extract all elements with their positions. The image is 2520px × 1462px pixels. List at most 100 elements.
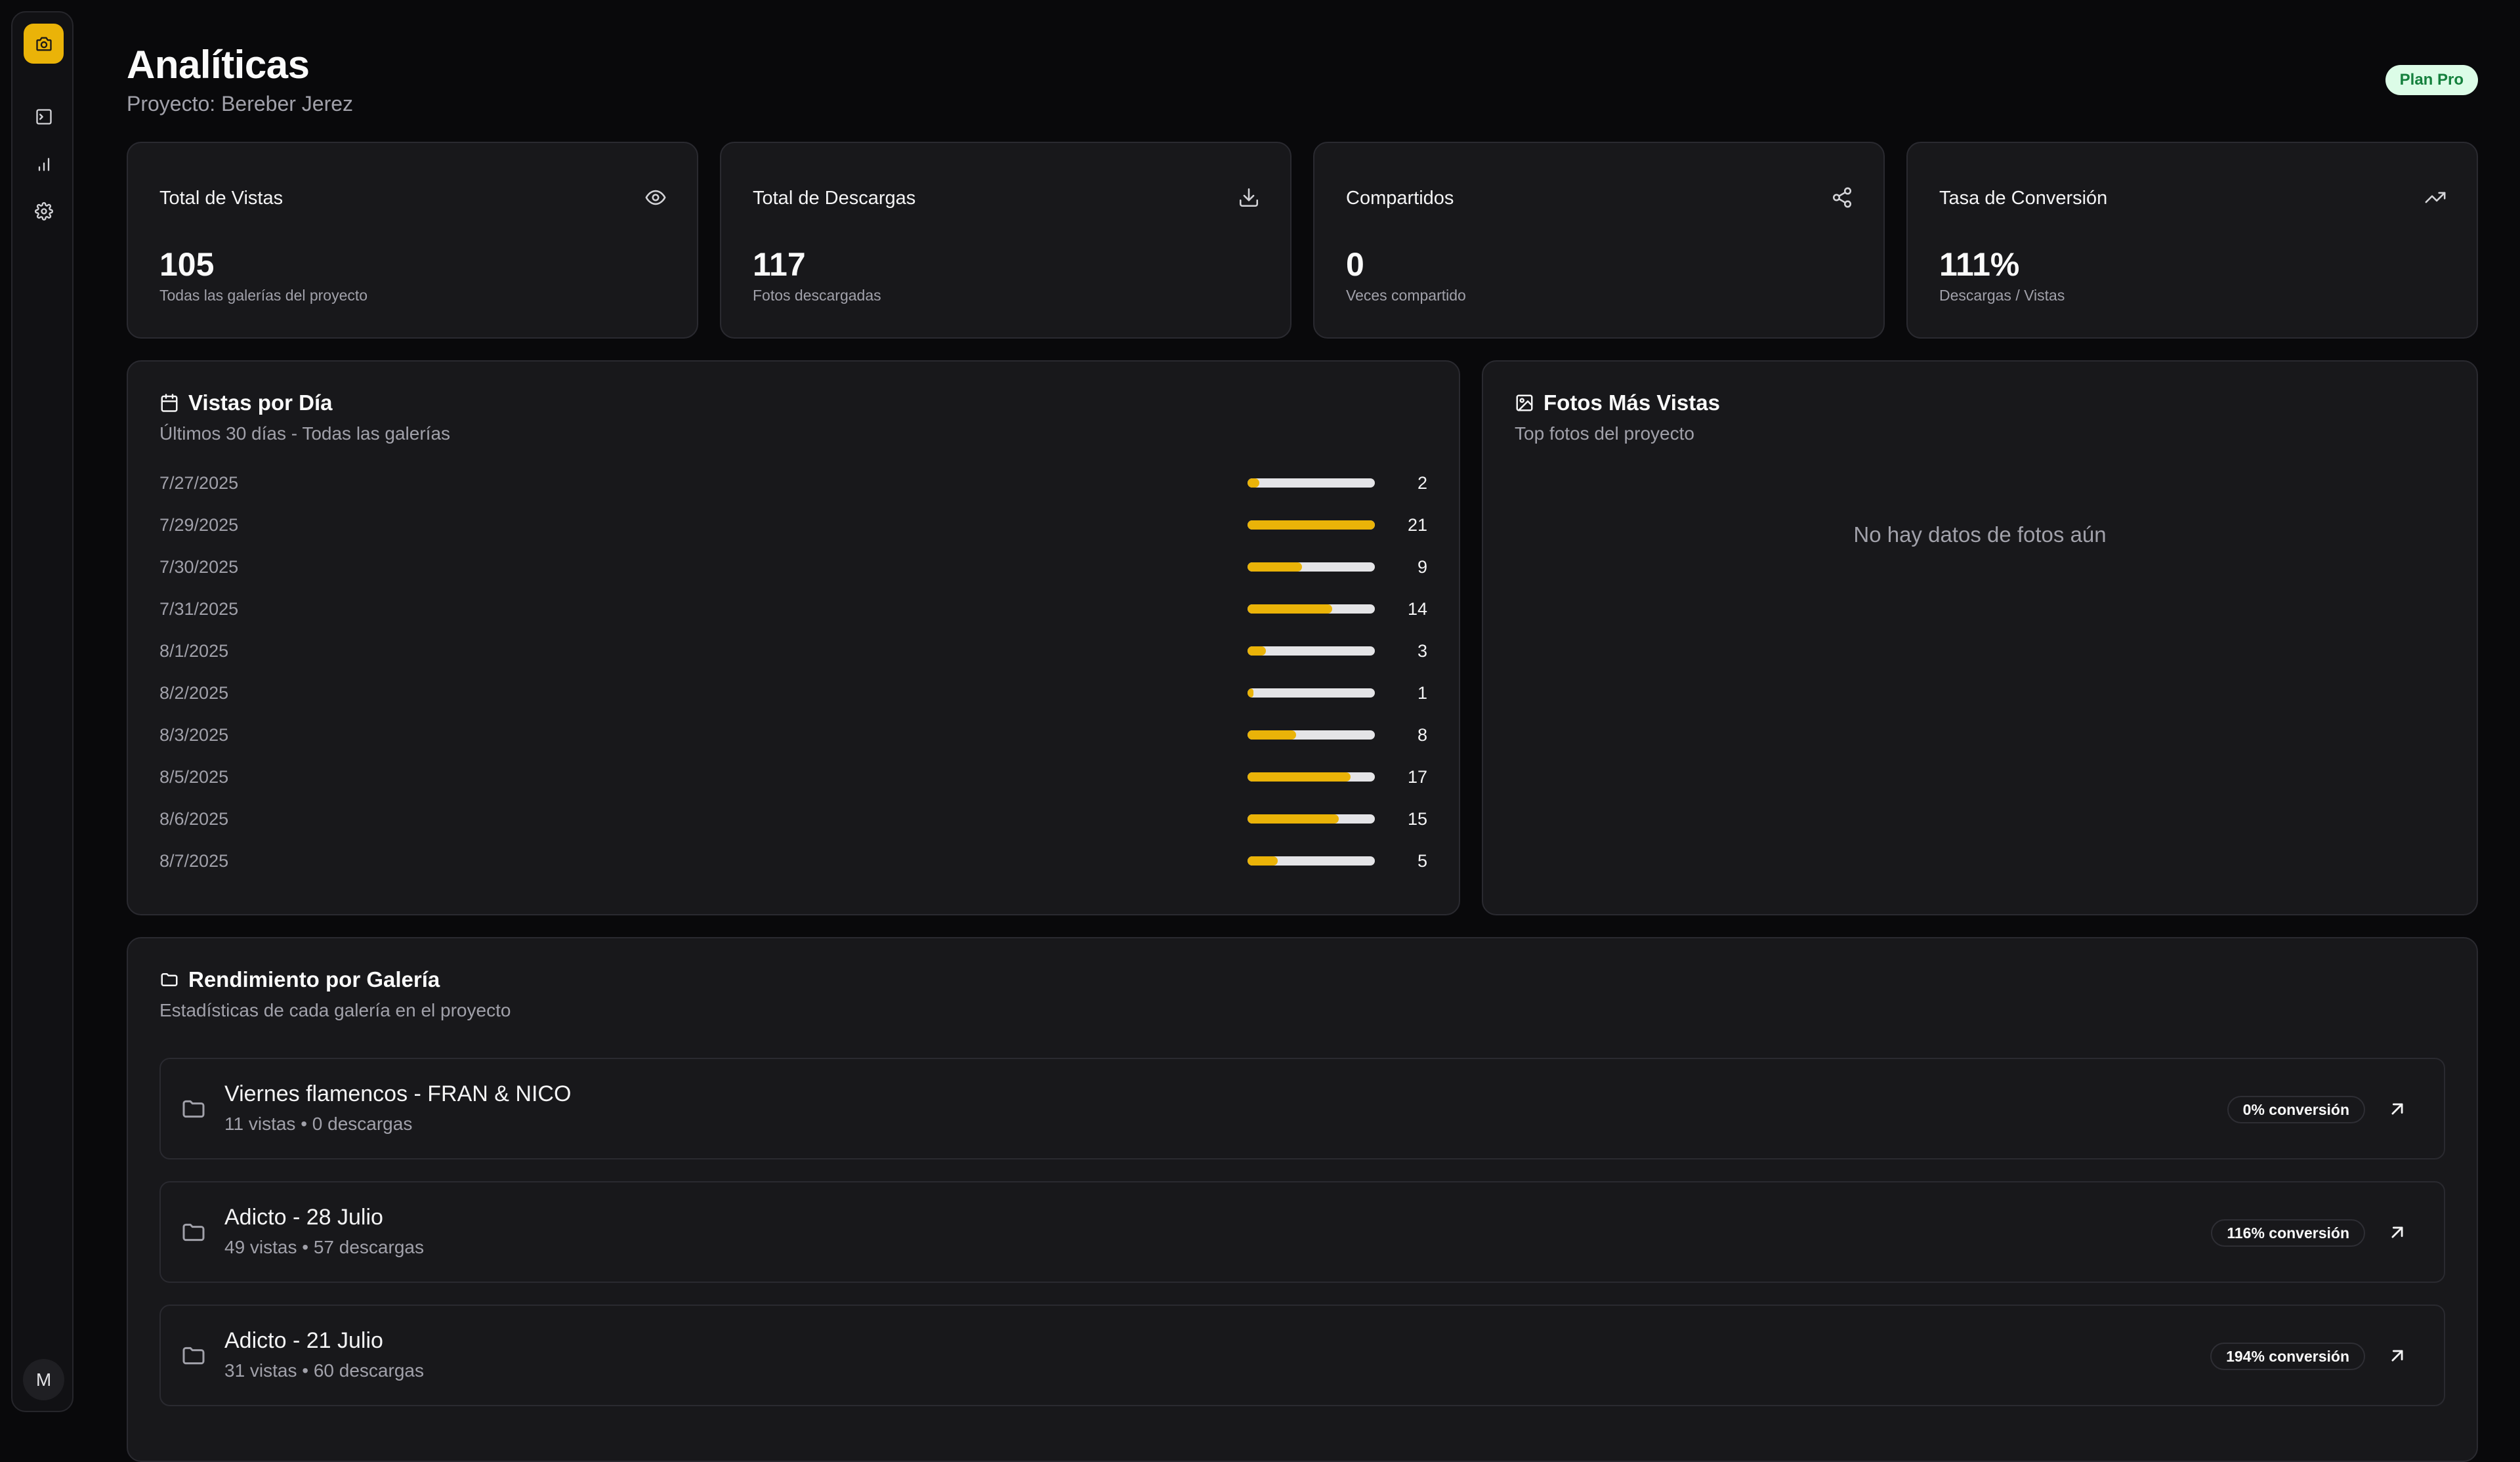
calendar-icon (161, 394, 178, 412)
sidebar-item-galleries[interactable] (29, 102, 58, 131)
arrow-up-right-icon[interactable] (2386, 1221, 2408, 1243)
day-date-label: 8/2/2025 (159, 682, 229, 703)
views-day-row: 7/29/2025 21 (159, 512, 1427, 538)
camera-icon (35, 37, 52, 51)
stat-description: Descargas / Vistas (1939, 287, 2065, 304)
day-count-label: 21 (1407, 514, 1427, 535)
day-bar-track (1248, 478, 1375, 488)
section-subtitle: Top fotos del proyecto (1515, 423, 1694, 444)
views-per-day-card: Vistas por Día Últimos 30 días - Todas l… (127, 360, 1460, 915)
views-day-row: 8/1/2025 3 (159, 638, 1427, 664)
day-bar-fill (1248, 814, 1339, 824)
empty-state-message: No hay datos de fotos aún (1853, 522, 2107, 547)
day-count-label: 5 (1417, 850, 1427, 871)
section-title-text: Fotos Más Vistas (1544, 390, 1720, 415)
stat-value: 0 (1346, 246, 1364, 283)
bar-chart-icon (38, 157, 49, 171)
gallery-row[interactable]: Viernes flamencos - FRAN & NICO 11 vista… (159, 1058, 2445, 1159)
gallery-row[interactable]: Adicto - 21 Julio 31 vistas • 60 descarg… (159, 1305, 2445, 1406)
conversion-badge: 194% conversión (2210, 1343, 2365, 1370)
day-count-label: 2 (1417, 472, 1427, 493)
section-subtitle: Estadísticas de cada galería en el proye… (159, 1000, 511, 1020)
stat-card-conversion: Tasa de Conversión 111% Descargas / Vist… (1906, 142, 2478, 339)
views-day-row: 8/5/2025 17 (159, 764, 1427, 790)
folder-icon (161, 973, 178, 986)
section-title: Fotos Más Vistas (1515, 390, 1720, 415)
day-bar-track (1248, 688, 1375, 698)
top-photos-card: Fotos Más Vistas Top fotos del proyecto … (1482, 360, 2478, 915)
avatar[interactable]: M (23, 1359, 64, 1400)
camera-logo-button[interactable] (24, 24, 64, 64)
day-count-label: 15 (1407, 808, 1427, 829)
day-bar-fill (1248, 772, 1351, 782)
day-bar-track (1248, 520, 1375, 530)
day-count-label: 9 (1417, 556, 1427, 577)
stat-value: 117 (753, 246, 806, 283)
section-title-text: Rendimiento por Galería (188, 967, 440, 992)
day-count-label: 1 (1417, 682, 1427, 703)
arrow-up-right-icon[interactable] (2386, 1098, 2408, 1120)
day-bar-fill (1248, 688, 1254, 698)
views-day-row: 7/27/2025 2 (159, 470, 1427, 496)
day-count-label: 14 (1407, 598, 1427, 619)
gallery-performance-card: Rendimiento por Galería Estadísticas de … (127, 937, 2478, 1462)
views-day-row: 8/3/2025 8 (159, 722, 1427, 748)
day-date-label: 8/5/2025 (159, 766, 229, 787)
arrow-up-right-icon[interactable] (2386, 1345, 2408, 1367)
eye-icon (645, 190, 666, 205)
day-date-label: 8/6/2025 (159, 808, 229, 829)
folder-icon (182, 1347, 205, 1365)
day-date-label: 8/3/2025 (159, 724, 229, 745)
day-bar-track (1248, 730, 1375, 740)
stat-description: Todas las galerías del proyecto (159, 287, 368, 304)
gallery-stats: 11 vistas • 0 descargas (224, 1114, 413, 1134)
page-subtitle: Proyecto: Bereber Jerez (127, 92, 354, 115)
folder-icon (182, 1223, 205, 1242)
gallery-name: Adicto - 21 Julio (224, 1328, 383, 1353)
day-bar-track (1248, 604, 1375, 614)
day-bar-fill (1248, 478, 1260, 488)
stat-title: Tasa de Conversión (1939, 188, 2108, 209)
stat-description: Veces compartido (1346, 287, 1466, 304)
day-date-label: 7/29/2025 (159, 514, 239, 535)
day-bar-fill (1248, 856, 1278, 866)
day-count-label: 3 (1417, 640, 1427, 661)
gallery-row[interactable]: Adicto - 28 Julio 49 vistas • 57 descarg… (159, 1181, 2445, 1283)
views-day-row: 8/2/2025 1 (159, 680, 1427, 706)
day-bar-fill (1248, 520, 1375, 530)
day-date-label: 8/1/2025 (159, 640, 229, 661)
stat-title: Compartidos (1346, 188, 1454, 209)
stat-title: Total de Descargas (753, 188, 916, 209)
views-day-row: 7/31/2025 14 (159, 596, 1427, 622)
section-title: Rendimiento por Galería (159, 967, 440, 992)
conversion-badge: 0% conversión (2227, 1096, 2365, 1123)
avatar-initial: M (35, 1369, 52, 1390)
page-title: Analíticas (127, 43, 310, 87)
day-bar-track (1248, 562, 1375, 572)
day-bar-track (1248, 772, 1375, 782)
gallery-icon (35, 108, 52, 125)
section-subtitle: Últimos 30 días - Todas las galerías (159, 423, 451, 444)
day-date-label: 7/30/2025 (159, 556, 239, 577)
gallery-name: Adicto - 28 Julio (224, 1205, 383, 1230)
trending-up-icon (2425, 192, 2446, 203)
day-bar-fill (1248, 646, 1266, 656)
day-count-label: 17 (1407, 766, 1427, 787)
conversion-badge: 116% conversión (2211, 1219, 2365, 1247)
gallery-name: Viernes flamencos - FRAN & NICO (224, 1081, 572, 1106)
plan-badge: Plan Pro (2385, 65, 2478, 95)
stat-description: Fotos descargadas (753, 287, 881, 304)
stat-title: Total de Vistas (159, 188, 284, 209)
share-icon (1832, 187, 1852, 208)
day-bar-track (1248, 814, 1375, 824)
day-bar-track (1248, 856, 1375, 866)
sidebar-item-analytics[interactable] (29, 149, 58, 178)
stat-value: 105 (159, 246, 215, 283)
gallery-stats: 49 vistas • 57 descargas (224, 1237, 424, 1257)
sidebar-item-settings[interactable] (29, 196, 58, 226)
section-title: Vistas por Día (159, 390, 332, 415)
views-day-row: 8/6/2025 15 (159, 806, 1427, 832)
day-bar-track (1248, 646, 1375, 656)
download-icon (1239, 188, 1259, 207)
day-date-label: 7/31/2025 (159, 598, 239, 619)
